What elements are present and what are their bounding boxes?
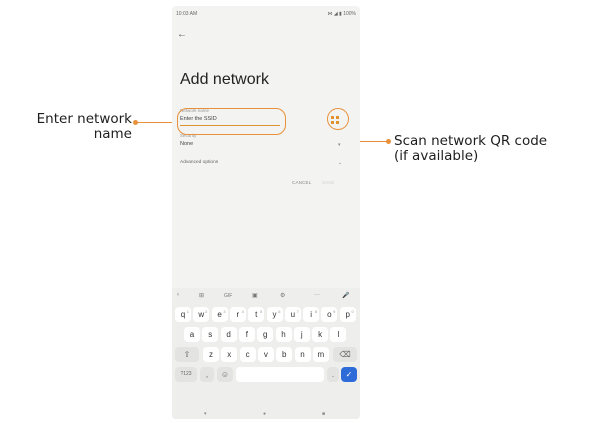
key-hint-0: 0	[351, 309, 354, 314]
key-u[interactable]: u7	[284, 307, 301, 322]
emoji-key[interactable]: ☺	[217, 367, 233, 382]
key-z[interactable]: z	[203, 347, 219, 362]
on-screen-keyboard: ‹ ⊞ GIF ▣ ⚙ ··· 🎤 q1w2e3r4t5y6u7i8o9p0 a…	[172, 288, 360, 419]
space-bar[interactable]	[236, 367, 324, 382]
key-a[interactable]: a	[184, 327, 200, 342]
enter-network-name-callout: Enter network name	[36, 111, 132, 142]
key-hint-4: 4	[241, 309, 244, 314]
key-o[interactable]: o9	[321, 307, 338, 322]
nav-home-icon[interactable]: ●	[263, 411, 266, 417]
key-v[interactable]: v	[257, 347, 274, 362]
key-s[interactable]: s	[202, 327, 219, 342]
key-l[interactable]: l	[330, 327, 347, 342]
key-g[interactable]: g	[257, 327, 274, 342]
microphone-icon[interactable]: 🎤	[342, 292, 349, 299]
navigation-bar: ▾ ● ■	[172, 411, 360, 419]
key-hint-6: 6	[278, 309, 281, 314]
symbols-key[interactable]: ?123	[175, 367, 197, 382]
status-time: 10:03 AM	[176, 11, 198, 17]
key-h[interactable]: h	[275, 327, 292, 342]
key-p[interactable]: p0	[339, 307, 356, 322]
key-m[interactable]: m	[312, 347, 329, 362]
right-callout-dot	[386, 139, 391, 144]
key-d[interactable]: d	[220, 327, 237, 342]
advanced-chevron-icon: ⌄	[338, 160, 343, 166]
nav-back-icon[interactable]: ▾	[204, 411, 207, 417]
nav-recents-icon[interactable]: ■	[322, 411, 325, 417]
key-n[interactable]: n	[294, 347, 311, 362]
key-k[interactable]: k	[312, 327, 329, 342]
key-t[interactable]: t5	[248, 307, 265, 322]
key-y[interactable]: y6	[266, 307, 283, 322]
shift-key[interactable]: ⇧	[175, 347, 199, 362]
keyboard-collapse-icon[interactable]: ‹	[177, 292, 179, 298]
more-icon[interactable]: ···	[314, 292, 320, 298]
advanced-options[interactable]: Advanced options	[180, 160, 218, 165]
key-q[interactable]: q1	[175, 307, 191, 322]
status-icons: ⋈ ◢ ▮ 100%	[327, 11, 356, 17]
sticker-icon[interactable]: ⊞	[199, 292, 204, 299]
enter-key[interactable]: ✓	[341, 367, 357, 382]
status-bar: 10:03 AM ⋈ ◢ ▮ 100%	[176, 9, 356, 19]
key-j[interactable]: j	[293, 327, 310, 342]
key-hint-9: 9	[333, 309, 336, 314]
key-hint-3: 3	[223, 309, 226, 314]
keyboard-toolbar: ‹ ⊞ GIF ▣ ⚙ ··· 🎤	[172, 292, 360, 304]
key-hint-8: 8	[314, 309, 318, 314]
key-hint-1: 1	[186, 309, 189, 314]
scan-qr-callout: Scan network QR code (if available)	[394, 133, 548, 164]
key-i[interactable]: i8	[303, 307, 320, 322]
period-key[interactable]: .	[327, 367, 339, 382]
left-callout-dot	[133, 120, 138, 125]
save-button[interactable]: SAVE	[322, 180, 334, 185]
network-name-highlight	[177, 108, 286, 135]
key-x[interactable]: x	[221, 347, 238, 362]
cancel-button[interactable]: CANCEL	[292, 180, 311, 185]
gif-button[interactable]: GIF	[224, 293, 232, 299]
comma-key[interactable]: ,	[200, 367, 214, 382]
security-select[interactable]: None	[180, 141, 193, 147]
qr-button-highlight	[327, 108, 349, 130]
backspace-key[interactable]: ⌫	[333, 347, 357, 362]
key-e[interactable]: e3	[211, 307, 228, 322]
key-c[interactable]: c	[239, 347, 256, 362]
phone-screen: 10:03 AM ⋈ ◢ ▮ 100% ← Add network Networ…	[172, 6, 360, 419]
key-hint-5: 5	[259, 309, 263, 314]
key-w[interactable]: w2	[193, 307, 210, 322]
key-hint-2: 2	[205, 309, 208, 314]
back-arrow-icon[interactable]: ←	[177, 29, 187, 40]
key-f[interactable]: f	[238, 327, 255, 342]
security-dropdown-icon: ▾	[338, 142, 341, 148]
clipboard-icon[interactable]: ▣	[252, 292, 258, 299]
key-r[interactable]: r4	[229, 307, 246, 322]
page-title: Add network	[180, 71, 269, 88]
key-b[interactable]: b	[276, 347, 293, 362]
key-hint-7: 7	[296, 309, 299, 314]
settings-gear-icon[interactable]: ⚙	[280, 292, 285, 299]
